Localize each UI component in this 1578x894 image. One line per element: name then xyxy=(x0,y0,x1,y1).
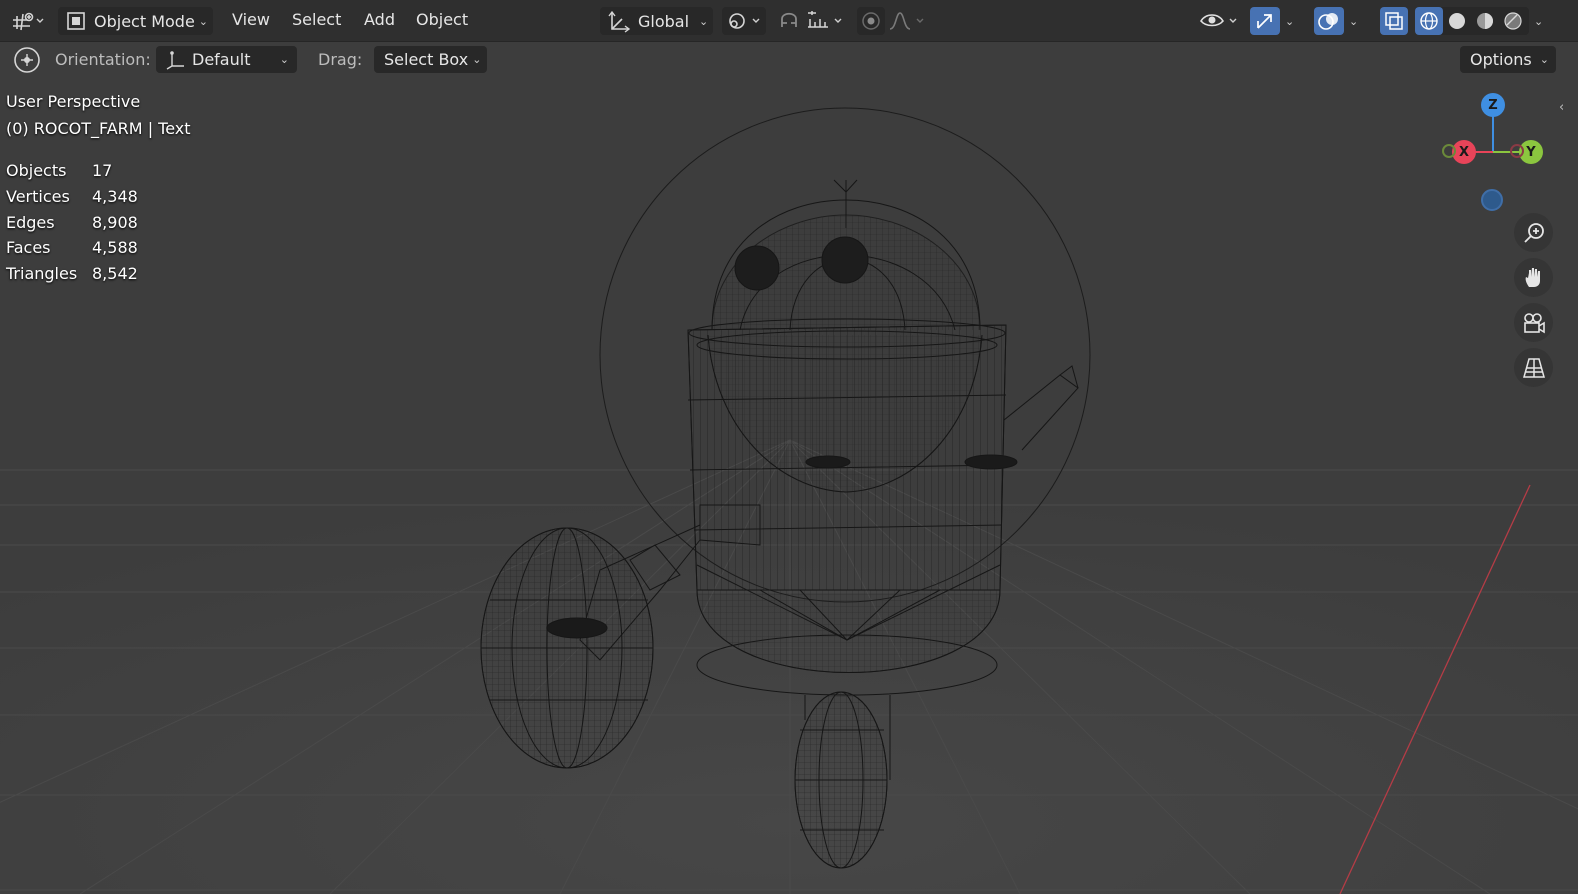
stat-label: Vertices xyxy=(6,187,70,206)
chevron-down-icon: ⌄ xyxy=(1539,53,1549,66)
pan-button[interactable] xyxy=(1514,258,1553,297)
orientation-dropdown[interactable]: Default ⌄ xyxy=(156,46,297,73)
camera-view-icon xyxy=(1523,312,1545,333)
transform-orientation-icon xyxy=(608,10,631,33)
snap-icon xyxy=(781,12,797,27)
options-label: Options xyxy=(1470,50,1532,69)
chevron-down-icon: ⌄ xyxy=(1349,14,1359,28)
axis-neg-z-button[interactable] xyxy=(1481,189,1503,211)
visibility-dropdown[interactable] xyxy=(1198,7,1244,35)
axis-neg-x-button[interactable] xyxy=(1510,144,1524,158)
drag-dropdown[interactable]: Select Box ⌄ xyxy=(374,46,487,73)
snap-toggle[interactable] xyxy=(774,7,804,35)
visibility-icon xyxy=(1200,14,1237,27)
falloff-curve-icon xyxy=(889,12,924,30)
gizmo-toggle[interactable] xyxy=(1250,7,1280,35)
viewport-canvas xyxy=(0,0,1578,894)
active-object-info: (0) ROCOT_FARM | Text xyxy=(6,119,191,138)
stat-label: Faces xyxy=(6,238,51,257)
orthographic-grid-icon xyxy=(1522,357,1545,378)
wireframe-shading-button[interactable] xyxy=(1415,7,1443,35)
orientation-value: Default xyxy=(192,50,251,69)
stat-value: 17 xyxy=(92,161,113,180)
transform-orientation-label: Global xyxy=(638,11,690,31)
overlays-dropdown[interactable]: ⌄ xyxy=(1345,7,1367,35)
orientation-label: Orientation: xyxy=(55,50,151,69)
material-preview-button[interactable] xyxy=(1471,7,1499,35)
orientation-gizmo-icon xyxy=(166,50,184,70)
xray-icon xyxy=(1385,12,1403,30)
proportional-editing-icon xyxy=(862,12,880,30)
solid-shading-icon xyxy=(1449,13,1465,29)
editor-type-button[interactable] xyxy=(8,7,48,35)
chevron-down-icon: ⌄ xyxy=(198,14,209,28)
sidebar-collapse-arrow-icon[interactable]: ‹ xyxy=(1559,100,1564,115)
orthographic-toggle-button[interactable] xyxy=(1514,348,1553,387)
chevron-down-icon: ⌄ xyxy=(472,53,482,66)
menu-select[interactable]: Select xyxy=(292,10,341,29)
stat-value: 8,542 xyxy=(92,264,138,283)
stat-label: Objects xyxy=(6,161,67,180)
3d-viewport[interactable] xyxy=(0,0,1578,894)
zoom-icon xyxy=(1523,222,1544,243)
zoom-button[interactable] xyxy=(1514,213,1553,252)
material-preview-icon xyxy=(1477,13,1493,29)
gizmo-toggle-icon xyxy=(1257,14,1272,29)
snap-target-dropdown[interactable] xyxy=(804,7,848,35)
snap-increment-icon xyxy=(808,11,842,28)
camera-view-button[interactable] xyxy=(1514,303,1553,342)
chevron-down-icon: ⌄ xyxy=(279,53,289,66)
menu-add[interactable]: Add xyxy=(364,10,395,29)
menu-view[interactable]: View xyxy=(232,10,270,29)
tweak-tool-icon xyxy=(14,47,40,73)
axis-neg-y-button[interactable] xyxy=(1442,144,1456,158)
shading-mode-group xyxy=(1415,7,1529,35)
mode-dropdown[interactable]: Object Mode ⌄ xyxy=(58,7,213,35)
viewport-header: Object Mode ⌄ View Select Add Object Glo… xyxy=(0,0,1578,42)
object-mode-icon xyxy=(67,12,85,30)
stat-label: Triangles xyxy=(6,264,78,283)
pivot-point-dropdown[interactable] xyxy=(722,7,766,35)
wireframe-shading-icon xyxy=(1420,12,1438,30)
select-tool-button[interactable] xyxy=(10,45,44,75)
proportional-falloff-dropdown[interactable] xyxy=(886,7,930,35)
drag-value: Select Box xyxy=(384,50,469,69)
proportional-editing-toggle[interactable] xyxy=(857,7,885,35)
transform-orientation-dropdown[interactable]: Global ⌄ xyxy=(600,7,713,35)
chevron-down-icon: ⌄ xyxy=(1534,14,1544,28)
menu-object[interactable]: Object xyxy=(416,10,468,29)
drag-label: Drag: xyxy=(318,50,363,69)
options-dropdown[interactable]: Options ⌄ xyxy=(1460,46,1556,73)
editor-type-icon xyxy=(13,12,44,31)
axis-z-button[interactable]: Z xyxy=(1481,93,1505,117)
view-perspective-label: User Perspective xyxy=(6,92,141,111)
shading-dropdown[interactable]: ⌄ xyxy=(1530,7,1552,35)
rendered-shading-button[interactable] xyxy=(1499,7,1527,35)
xray-toggle[interactable] xyxy=(1380,7,1408,35)
solid-shading-button[interactable] xyxy=(1443,7,1471,35)
stat-value: 8,908 xyxy=(92,213,138,232)
gizmo-dropdown[interactable]: ⌄ xyxy=(1281,7,1303,35)
chevron-down-icon: ⌄ xyxy=(699,14,709,28)
stat-value: 4,348 xyxy=(92,187,138,206)
overlays-toggle[interactable] xyxy=(1314,7,1344,35)
mode-label: Object Mode xyxy=(94,11,195,31)
pan-hand-icon xyxy=(1525,267,1540,287)
rendered-shading-icon xyxy=(1504,12,1522,30)
stat-value: 4,588 xyxy=(92,238,138,257)
chevron-down-icon: ⌄ xyxy=(1285,14,1295,28)
overlays-icon xyxy=(1318,13,1338,30)
stat-label: Edges xyxy=(6,213,55,232)
pivot-point-icon xyxy=(729,13,760,29)
